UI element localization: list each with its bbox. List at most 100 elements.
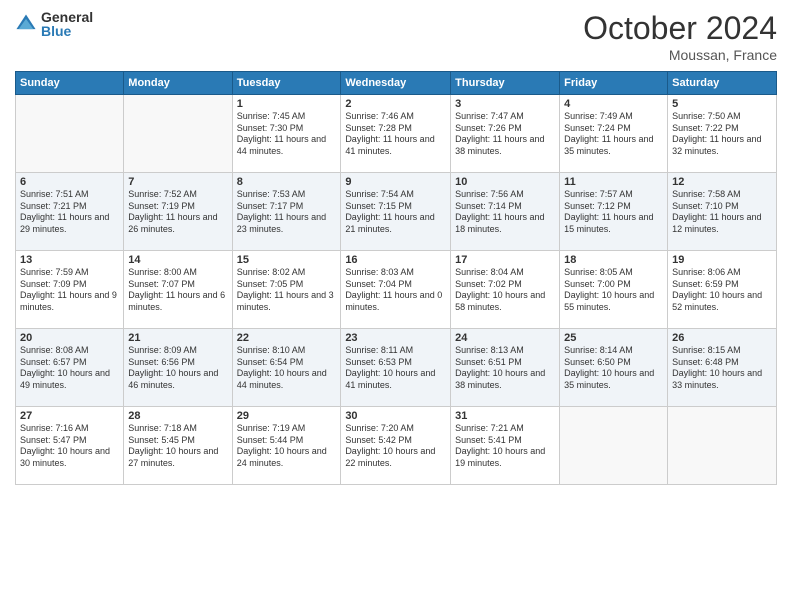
cell-4-4: 31 Sunrise: 7:21 AMSunset: 5:41 PMDaylig…	[451, 407, 560, 485]
cell-4-6	[668, 407, 777, 485]
day-info: Sunrise: 7:56 AMSunset: 7:14 PMDaylight:…	[455, 189, 544, 234]
cell-1-2: 8 Sunrise: 7:53 AMSunset: 7:17 PMDayligh…	[232, 173, 341, 251]
cell-2-2: 15 Sunrise: 8:02 AMSunset: 7:05 PMDaylig…	[232, 251, 341, 329]
header: General Blue October 2024 Moussan, Franc…	[15, 10, 777, 63]
day-info: Sunrise: 7:20 AMSunset: 5:42 PMDaylight:…	[345, 423, 435, 468]
day-info: Sunrise: 7:16 AMSunset: 5:47 PMDaylight:…	[20, 423, 110, 468]
header-tuesday: Tuesday	[232, 72, 341, 95]
page: General Blue October 2024 Moussan, Franc…	[0, 0, 792, 612]
day-info: Sunrise: 8:13 AMSunset: 6:51 PMDaylight:…	[455, 345, 545, 390]
day-info: Sunrise: 8:05 AMSunset: 7:00 PMDaylight:…	[564, 267, 654, 312]
day-number: 7	[128, 176, 227, 188]
cell-4-5	[560, 407, 668, 485]
day-number: 20	[20, 332, 119, 344]
day-info: Sunrise: 8:09 AMSunset: 6:56 PMDaylight:…	[128, 345, 218, 390]
day-number: 13	[20, 254, 119, 266]
day-info: Sunrise: 7:51 AMSunset: 7:21 PMDaylight:…	[20, 189, 109, 234]
cell-2-5: 18 Sunrise: 8:05 AMSunset: 7:00 PMDaylig…	[560, 251, 668, 329]
title-section: October 2024 Moussan, France	[583, 10, 777, 63]
day-info: Sunrise: 7:58 AMSunset: 7:10 PMDaylight:…	[672, 189, 761, 234]
cell-3-4: 24 Sunrise: 8:13 AMSunset: 6:51 PMDaylig…	[451, 329, 560, 407]
day-info: Sunrise: 8:14 AMSunset: 6:50 PMDaylight:…	[564, 345, 654, 390]
header-row: Sunday Monday Tuesday Wednesday Thursday…	[16, 72, 777, 95]
day-number: 26	[672, 332, 772, 344]
day-number: 21	[128, 332, 227, 344]
cell-0-3: 2 Sunrise: 7:46 AMSunset: 7:28 PMDayligh…	[341, 95, 451, 173]
cell-1-0: 6 Sunrise: 7:51 AMSunset: 7:21 PMDayligh…	[16, 173, 124, 251]
cell-2-0: 13 Sunrise: 7:59 AMSunset: 7:09 PMDaylig…	[16, 251, 124, 329]
header-sunday: Sunday	[16, 72, 124, 95]
day-info: Sunrise: 8:03 AMSunset: 7:04 PMDaylight:…	[345, 267, 442, 312]
cell-0-0	[16, 95, 124, 173]
location: Moussan, France	[583, 47, 777, 63]
week-row-4: 27 Sunrise: 7:16 AMSunset: 5:47 PMDaylig…	[16, 407, 777, 485]
logo-blue-text: Blue	[41, 24, 93, 38]
day-info: Sunrise: 7:52 AMSunset: 7:19 PMDaylight:…	[128, 189, 217, 234]
cell-3-6: 26 Sunrise: 8:15 AMSunset: 6:48 PMDaylig…	[668, 329, 777, 407]
day-number: 8	[237, 176, 337, 188]
day-info: Sunrise: 8:00 AMSunset: 7:07 PMDaylight:…	[128, 267, 225, 312]
day-info: Sunrise: 8:11 AMSunset: 6:53 PMDaylight:…	[345, 345, 435, 390]
cell-4-2: 29 Sunrise: 7:19 AMSunset: 5:44 PMDaylig…	[232, 407, 341, 485]
day-info: Sunrise: 7:53 AMSunset: 7:17 PMDaylight:…	[237, 189, 326, 234]
week-row-1: 6 Sunrise: 7:51 AMSunset: 7:21 PMDayligh…	[16, 173, 777, 251]
cell-2-1: 14 Sunrise: 8:00 AMSunset: 7:07 PMDaylig…	[124, 251, 232, 329]
day-number: 10	[455, 176, 555, 188]
logo-general-text: General	[41, 10, 93, 24]
cell-3-1: 21 Sunrise: 8:09 AMSunset: 6:56 PMDaylig…	[124, 329, 232, 407]
day-number: 18	[564, 254, 663, 266]
day-info: Sunrise: 7:18 AMSunset: 5:45 PMDaylight:…	[128, 423, 218, 468]
cell-1-5: 11 Sunrise: 7:57 AMSunset: 7:12 PMDaylig…	[560, 173, 668, 251]
logo: General Blue	[15, 10, 93, 38]
day-info: Sunrise: 7:54 AMSunset: 7:15 PMDaylight:…	[345, 189, 434, 234]
cell-1-3: 9 Sunrise: 7:54 AMSunset: 7:15 PMDayligh…	[341, 173, 451, 251]
day-number: 2	[345, 98, 446, 110]
day-number: 19	[672, 254, 772, 266]
day-number: 11	[564, 176, 663, 188]
day-info: Sunrise: 8:02 AMSunset: 7:05 PMDaylight:…	[237, 267, 334, 312]
day-number: 27	[20, 410, 119, 422]
cell-1-1: 7 Sunrise: 7:52 AMSunset: 7:19 PMDayligh…	[124, 173, 232, 251]
day-number: 5	[672, 98, 772, 110]
day-number: 3	[455, 98, 555, 110]
day-info: Sunrise: 7:21 AMSunset: 5:41 PMDaylight:…	[455, 423, 545, 468]
cell-1-4: 10 Sunrise: 7:56 AMSunset: 7:14 PMDaylig…	[451, 173, 560, 251]
day-number: 24	[455, 332, 555, 344]
cell-3-2: 22 Sunrise: 8:10 AMSunset: 6:54 PMDaylig…	[232, 329, 341, 407]
logo-icon	[15, 13, 37, 35]
day-info: Sunrise: 8:15 AMSunset: 6:48 PMDaylight:…	[672, 345, 762, 390]
day-info: Sunrise: 7:47 AMSunset: 7:26 PMDaylight:…	[455, 111, 544, 156]
cell-0-5: 4 Sunrise: 7:49 AMSunset: 7:24 PMDayligh…	[560, 95, 668, 173]
cell-0-4: 3 Sunrise: 7:47 AMSunset: 7:26 PMDayligh…	[451, 95, 560, 173]
cell-0-2: 1 Sunrise: 7:45 AMSunset: 7:30 PMDayligh…	[232, 95, 341, 173]
cell-2-4: 17 Sunrise: 8:04 AMSunset: 7:02 PMDaylig…	[451, 251, 560, 329]
day-info: Sunrise: 8:10 AMSunset: 6:54 PMDaylight:…	[237, 345, 327, 390]
day-info: Sunrise: 7:46 AMSunset: 7:28 PMDaylight:…	[345, 111, 434, 156]
header-monday: Monday	[124, 72, 232, 95]
day-number: 28	[128, 410, 227, 422]
cell-1-6: 12 Sunrise: 7:58 AMSunset: 7:10 PMDaylig…	[668, 173, 777, 251]
day-number: 16	[345, 254, 446, 266]
day-number: 31	[455, 410, 555, 422]
month-title: October 2024	[583, 10, 777, 47]
day-number: 15	[237, 254, 337, 266]
day-info: Sunrise: 7:57 AMSunset: 7:12 PMDaylight:…	[564, 189, 653, 234]
logo-text: General Blue	[41, 10, 93, 38]
day-info: Sunrise: 8:06 AMSunset: 6:59 PMDaylight:…	[672, 267, 762, 312]
day-info: Sunrise: 7:45 AMSunset: 7:30 PMDaylight:…	[237, 111, 326, 156]
day-info: Sunrise: 8:04 AMSunset: 7:02 PMDaylight:…	[455, 267, 545, 312]
header-wednesday: Wednesday	[341, 72, 451, 95]
week-row-2: 13 Sunrise: 7:59 AMSunset: 7:09 PMDaylig…	[16, 251, 777, 329]
calendar-table: Sunday Monday Tuesday Wednesday Thursday…	[15, 71, 777, 485]
cell-3-5: 25 Sunrise: 8:14 AMSunset: 6:50 PMDaylig…	[560, 329, 668, 407]
header-friday: Friday	[560, 72, 668, 95]
day-number: 17	[455, 254, 555, 266]
cell-0-1	[124, 95, 232, 173]
day-number: 22	[237, 332, 337, 344]
cell-2-3: 16 Sunrise: 8:03 AMSunset: 7:04 PMDaylig…	[341, 251, 451, 329]
cell-0-6: 5 Sunrise: 7:50 AMSunset: 7:22 PMDayligh…	[668, 95, 777, 173]
cell-3-3: 23 Sunrise: 8:11 AMSunset: 6:53 PMDaylig…	[341, 329, 451, 407]
day-number: 23	[345, 332, 446, 344]
cell-2-6: 19 Sunrise: 8:06 AMSunset: 6:59 PMDaylig…	[668, 251, 777, 329]
day-number: 6	[20, 176, 119, 188]
